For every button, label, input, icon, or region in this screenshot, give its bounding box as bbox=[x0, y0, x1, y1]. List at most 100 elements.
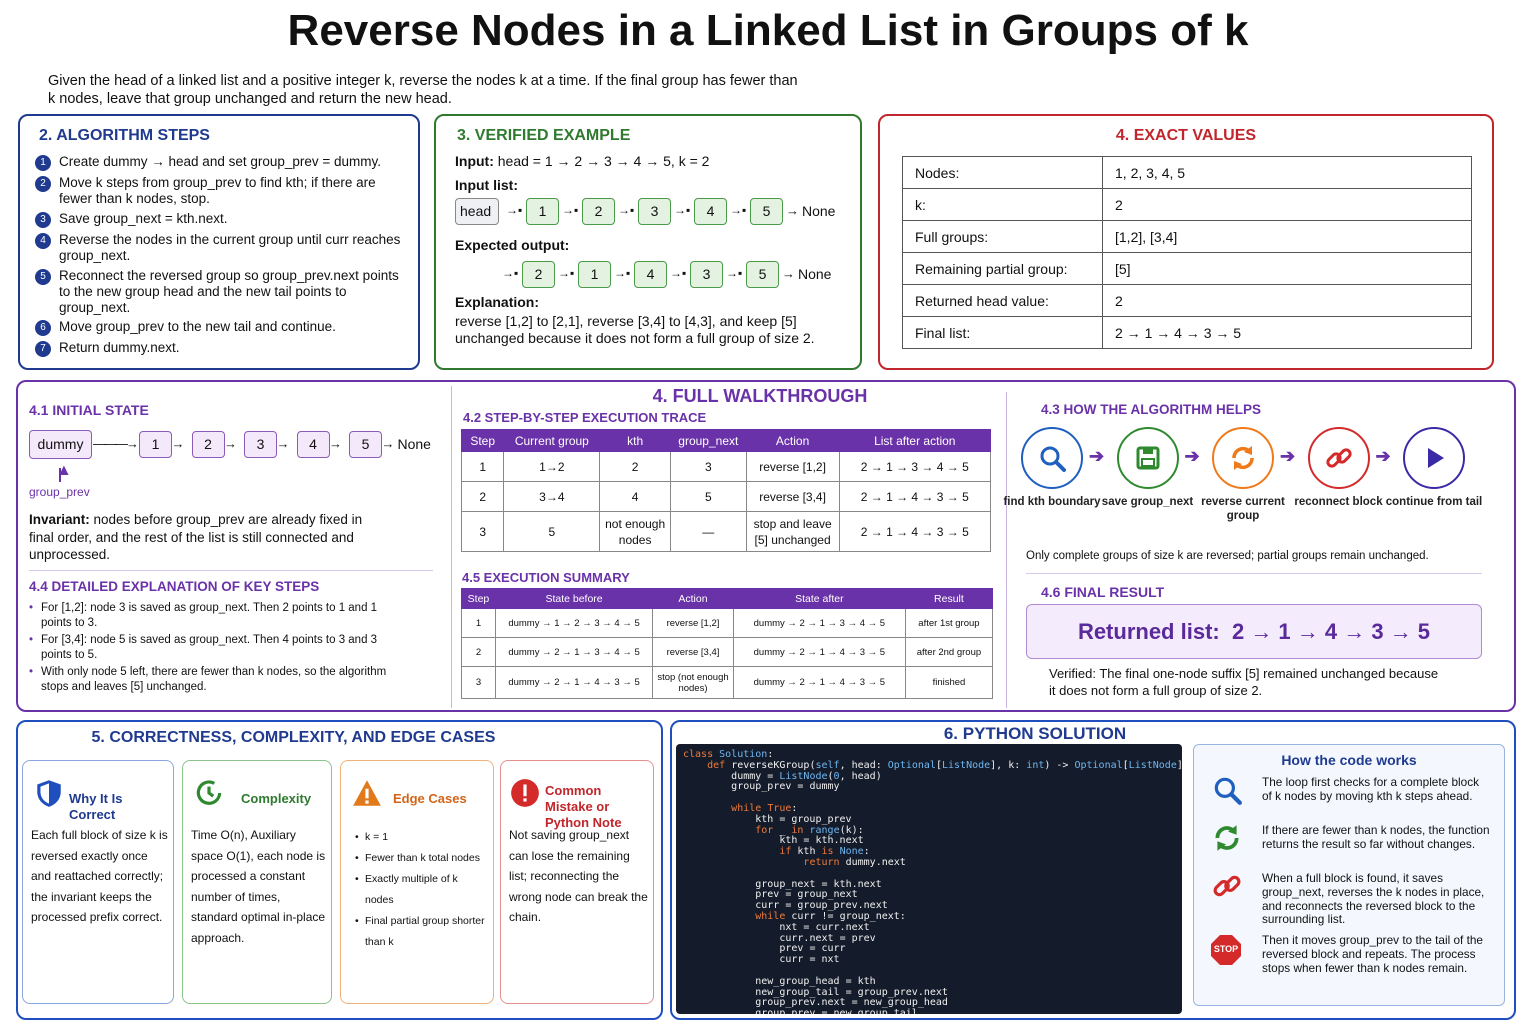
column-header: Action bbox=[745, 429, 840, 452]
details-list: • For [1,2]: node 3 is saved as group_nex… bbox=[29, 601, 409, 697]
column-header: Step bbox=[460, 429, 505, 452]
list-node: 4 bbox=[694, 198, 727, 225]
table-cell: 2 → 1 → 4 → 3 → 5 bbox=[838, 481, 992, 512]
expected-output-label: Expected output: bbox=[455, 237, 570, 253]
step-item: 3 Save group_next = kth.next. bbox=[35, 211, 410, 228]
table-cell: reverse [3,4] bbox=[745, 481, 840, 512]
card-list-item: • Fewer than k total nodes bbox=[355, 848, 489, 869]
help-label: reverse current group bbox=[1201, 496, 1285, 522]
card-list-text: k = 1 bbox=[365, 831, 389, 843]
exact-values-panel: 4. EXACT VALUES Nodes: 1, 2, 3, 4, 5 k: 2 Fu… bbox=[878, 114, 1494, 370]
step-text: Reverse the nodes in the current group u… bbox=[59, 232, 401, 263]
bullet-icon: • bbox=[29, 634, 34, 646]
how-text: Then it moves group_prev to the tail of … bbox=[1262, 933, 1483, 975]
step-text: Move k steps from group_prev to find kth… bbox=[59, 175, 376, 206]
arrow-icon: →▪ bbox=[614, 266, 631, 280]
helps-title: 4.3 HOW THE ALGORITHM HELPS bbox=[1041, 402, 1262, 417]
list-node: 1 bbox=[526, 198, 559, 225]
code-line: group_prev = dummy bbox=[731, 781, 840, 793]
step-number: 1 bbox=[35, 155, 51, 171]
bullet-icon: • bbox=[29, 666, 34, 678]
list-node: 1 bbox=[578, 261, 611, 288]
steps-list: 1 Create dummy → head and set group_prev … bbox=[35, 154, 410, 361]
list-node: 3 bbox=[244, 431, 277, 458]
final-title: 4.6 FINAL RESULT bbox=[1041, 584, 1165, 600]
divider bbox=[29, 570, 433, 571]
column-header: Step bbox=[461, 588, 496, 609]
bullet-icon: • bbox=[355, 831, 359, 843]
table-cell: finished bbox=[904, 666, 994, 699]
table-row: 1 1→2 2 3 reverse [1,2] 2 → 1 → 3 → 4 → 5 bbox=[460, 451, 992, 482]
card-alert: Common Mistake or Python Note Not saving … bbox=[500, 760, 654, 1004]
explanation-label: Explanation: bbox=[455, 294, 540, 310]
table-cell: reverse [3,4] bbox=[652, 637, 734, 667]
bullet-icon: • bbox=[355, 915, 359, 927]
arrow-icon: →▪ bbox=[618, 203, 635, 217]
step-number: 4 bbox=[35, 233, 51, 249]
table-cell: 5 bbox=[669, 481, 747, 512]
column-header: Action bbox=[652, 588, 734, 609]
table-cell: not enough nodes bbox=[599, 511, 671, 552]
warning-icon bbox=[351, 777, 383, 814]
verified-example-panel: 3. VERIFIED EXAMPLE Input: head = 1 → 2 … bbox=[434, 114, 862, 370]
arrow-icon: →▪ bbox=[562, 203, 579, 217]
table-row: 3 dummy → 2 → 1 → 4 → 3 → 5 stop (not enou… bbox=[461, 666, 994, 699]
step-number: 3 bbox=[35, 212, 51, 228]
list-node: 2 bbox=[522, 261, 555, 288]
bullet-icon: • bbox=[29, 602, 34, 614]
help-label: find kth boundary bbox=[1003, 496, 1101, 508]
arrow-icon: → bbox=[786, 203, 799, 218]
code-line: new_group_head = kth bbox=[755, 975, 876, 987]
table-cell: dummy → 2 → 1 → 3 → 4 → 5 bbox=[732, 608, 906, 638]
table-cell: 2 → 1 → 4 → 3 → 5 bbox=[838, 511, 992, 552]
code-line: group_prev = new_group_tail bbox=[755, 1008, 918, 1014]
list-node: 2 bbox=[191, 431, 225, 458]
panel-title: 4. EXACT VALUES bbox=[1115, 127, 1257, 144]
walkthrough-title: 4. FULL WALKTHROUGH bbox=[652, 386, 868, 406]
step-item: 7 Return dummy.next. bbox=[35, 340, 410, 357]
table-cell: 3 bbox=[461, 666, 496, 699]
table-cell: 3→4 bbox=[503, 481, 601, 512]
save-icon bbox=[1116, 427, 1179, 489]
row-key: k: bbox=[902, 188, 1103, 221]
table-cell: 2 → 1 → 3 → 4 → 5 bbox=[838, 451, 992, 482]
list-node: 4 bbox=[296, 431, 330, 458]
card-title: Why It Is Correct bbox=[69, 791, 123, 822]
final-note: Verified: The final one-node suffix [5] … bbox=[1049, 666, 1439, 698]
table-cell: dummy → 2 → 1 → 4 → 3 → 5 bbox=[732, 637, 906, 667]
detail-item: • With only node 5 left, there are fewer … bbox=[29, 665, 409, 694]
arrow-icon: → bbox=[171, 436, 185, 451]
code-line: nxt = curr.next bbox=[779, 921, 870, 933]
help-label: save group_next bbox=[1101, 496, 1194, 508]
dummy-node: dummy bbox=[29, 430, 92, 459]
exact-row: Returned head value: 2 bbox=[902, 284, 1472, 317]
table-cell: 1→2 bbox=[503, 451, 601, 482]
divider bbox=[1006, 392, 1007, 708]
exact-row: Full groups: [1,2], [3,4] bbox=[902, 220, 1472, 253]
arrow-icon: →▪ bbox=[730, 203, 747, 217]
table-cell: — bbox=[669, 511, 747, 552]
column-header: State before bbox=[494, 588, 654, 609]
detail-title: 4.4 DETAILED EXPLANATION OF KEY STEPS bbox=[29, 579, 320, 594]
row-key: Full groups: bbox=[902, 220, 1103, 253]
card-list-text: Exactly multiple of k nodes bbox=[365, 873, 458, 906]
step-number: 5 bbox=[35, 269, 51, 285]
table-header-row: Step State before Action State after Result bbox=[461, 588, 994, 609]
card-list-item: • Exactly multiple of k nodes bbox=[355, 869, 489, 911]
arrow-icon: →▪ bbox=[558, 266, 575, 280]
table-cell: dummy → 2 → 1 → 4 → 3 → 5 bbox=[732, 666, 906, 699]
step-item: 4 Reverse the nodes in the current group … bbox=[35, 232, 410, 264]
detail-text: With only node 5 left, there are fewer t… bbox=[41, 666, 387, 693]
group-prev-label: group_prev bbox=[29, 485, 90, 499]
how-text: When a full block is found, it saves gro… bbox=[1262, 871, 1485, 927]
detail-text: For [1,2]: node 3 is saved as group_next… bbox=[41, 602, 378, 629]
arrow-icon: → bbox=[276, 436, 290, 451]
detail-text: For [3,4]: node 5 is saved as group_next… bbox=[41, 634, 378, 661]
search-icon bbox=[1211, 774, 1243, 811]
row-value: 2 → 1 → 4 → 3 → 5 bbox=[1102, 316, 1472, 349]
refresh-icon bbox=[1211, 822, 1243, 859]
code-line: curr = nxt bbox=[779, 954, 840, 966]
step-number: 2 bbox=[35, 176, 51, 192]
list-node: 5 bbox=[750, 198, 783, 225]
divider bbox=[451, 386, 452, 708]
